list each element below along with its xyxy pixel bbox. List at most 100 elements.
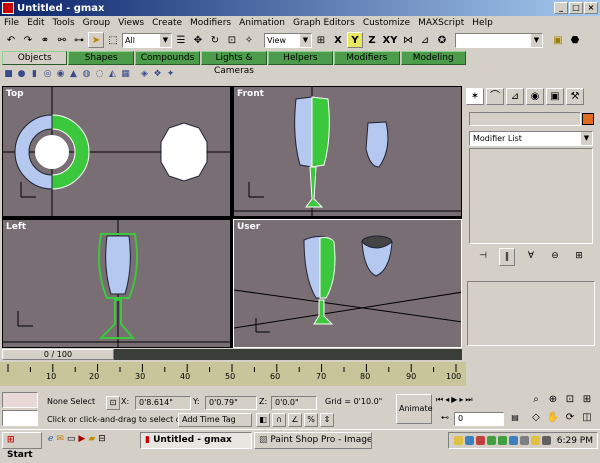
explorer-icon[interactable]: ⊟: [98, 432, 106, 449]
spinner-snap-icon[interactable]: ⇕: [320, 413, 334, 427]
folder-icon[interactable]: ▰: [88, 432, 95, 449]
geosphere-icon[interactable]: ◍: [81, 69, 92, 80]
zoom-extents-all-icon[interactable]: ⊞: [579, 392, 595, 408]
select-arrow-icon[interactable]: ➤: [88, 32, 104, 48]
lock-selection-icon[interactable]: ⊡: [106, 396, 120, 410]
tray-icon-3[interactable]: [475, 436, 485, 445]
tab-objects[interactable]: Objects: [2, 51, 68, 65]
menu-customize[interactable]: Customize: [359, 18, 414, 28]
menu-graph-editors[interactable]: Graph Editors: [289, 18, 359, 28]
x-coordinate-field[interactable]: 0'8.614": [135, 396, 191, 410]
remove-modifier-icon[interactable]: ⊖: [547, 248, 563, 266]
motion-panel-icon[interactable]: ◉: [526, 87, 544, 105]
tube-icon[interactable]: ◌: [94, 69, 105, 80]
move-icon[interactable]: ✥: [190, 32, 206, 48]
go-to-end-icon[interactable]: ⏭: [465, 394, 472, 408]
snap-icon[interactable]: ✧: [241, 32, 257, 48]
sphere-icon[interactable]: ●: [16, 69, 27, 80]
menu-edit[interactable]: Edit: [23, 18, 48, 28]
make-unique-icon[interactable]: ∀: [523, 248, 539, 266]
menu-create[interactable]: Create: [148, 18, 186, 28]
menu-help[interactable]: Help: [468, 18, 497, 28]
tab-modeling[interactable]: Modeling: [400, 51, 466, 65]
tray-icon-6[interactable]: [508, 436, 518, 445]
desktop-icon[interactable]: ▭: [67, 432, 76, 449]
torus-icon[interactable]: ◎: [42, 69, 53, 80]
scale-icon[interactable]: ⊡: [224, 32, 240, 48]
show-end-result-icon[interactable]: ‖: [499, 248, 515, 266]
utilities-panel-icon[interactable]: ⚒: [566, 87, 584, 105]
minimize-button[interactable]: _: [554, 2, 568, 14]
menu-animation[interactable]: Animation: [235, 18, 289, 28]
time-config-icon[interactable]: ▤: [508, 412, 522, 426]
cone-icon[interactable]: ▲: [68, 69, 79, 80]
tab-helpers[interactable]: Helpers: [267, 51, 334, 65]
magnet-snap-icon[interactable]: ∩: [272, 413, 286, 427]
mirror-icon[interactable]: ⋈: [400, 32, 416, 48]
menu-file[interactable]: File: [0, 18, 23, 28]
constrain-z-button[interactable]: Z: [364, 32, 380, 48]
pan-icon[interactable]: ✋: [545, 410, 561, 426]
task-gmax[interactable]: ▮ Untitled - gmax: [140, 431, 252, 449]
start-button[interactable]: ⊞ Start: [2, 431, 42, 460]
reference-coord-dropdown[interactable]: View ▼: [264, 32, 312, 48]
viewport-left[interactable]: Left: [2, 219, 231, 348]
cylinder-icon[interactable]: ▮: [29, 69, 40, 80]
tab-modifiers[interactable]: Modifiers: [334, 51, 400, 65]
z-coordinate-field[interactable]: 0'0.0": [271, 396, 317, 410]
link-icon[interactable]: ⚭: [37, 32, 53, 48]
pyramid-icon[interactable]: ◭: [107, 69, 118, 80]
modifier-stack[interactable]: [469, 148, 593, 244]
percent-snap-icon[interactable]: %: [304, 413, 318, 427]
material-icon[interactable]: ✪: [434, 32, 450, 48]
lock-selection-icon[interactable]: ▣: [550, 32, 566, 48]
animate-button[interactable]: Animate: [396, 394, 433, 424]
time-slider-thumb[interactable]: 0 / 100: [2, 349, 114, 360]
menu-modifiers[interactable]: Modifiers: [186, 18, 235, 28]
box-icon[interactable]: ■: [3, 69, 14, 80]
tray-icon-7[interactable]: [519, 436, 529, 445]
time-slider-track[interactable]: 0 / 100: [2, 349, 462, 360]
constrain-y-button[interactable]: Y: [347, 32, 363, 48]
teapot-icon[interactable]: ◉: [55, 69, 66, 80]
maxscript-listener-top[interactable]: [2, 392, 38, 408]
menu-group[interactable]: Group: [79, 18, 114, 28]
outlook-icon[interactable]: ✉: [56, 432, 64, 449]
viewport-label-top[interactable]: Top: [6, 89, 24, 99]
tab-compounds[interactable]: Compounds: [134, 51, 201, 65]
hierarchy-panel-icon[interactable]: ⊿: [506, 87, 524, 105]
menu-views[interactable]: Views: [114, 18, 148, 28]
maxscript-listener-bottom[interactable]: [2, 410, 38, 426]
menu-maxscript[interactable]: MAXScript: [414, 18, 468, 28]
zoom-icon[interactable]: ⌕: [528, 392, 544, 408]
maximize-button[interactable]: □: [569, 2, 583, 14]
modify-panel-icon[interactable]: ⌒: [486, 87, 504, 105]
viewport-label-front[interactable]: Front: [237, 89, 264, 99]
add-time-tag-button[interactable]: Add Time Tag: [178, 413, 252, 427]
render-icon[interactable]: ⬣: [567, 32, 583, 48]
viewport-top[interactable]: Top: [2, 86, 231, 217]
tab-lights-cameras[interactable]: Lights & Cameras: [201, 51, 267, 76]
modifier-list-dropdown[interactable]: Modifier List ▼: [469, 131, 593, 146]
previous-frame-icon[interactable]: ◂: [445, 394, 449, 408]
tray-icon-1[interactable]: [453, 436, 463, 445]
angle-snap-icon[interactable]: ∠: [288, 413, 302, 427]
track-bar[interactable]: 10 20 30 40 50 60 70 80 90 100: [0, 362, 466, 386]
loft-icon[interactable]: ❖: [152, 69, 163, 80]
maximize-viewport-icon[interactable]: ◫: [579, 410, 595, 426]
viewport-front[interactable]: Front: [233, 86, 462, 217]
boolean-icon[interactable]: ◈: [139, 69, 150, 80]
menu-tools[interactable]: Tools: [49, 18, 79, 28]
tray-icon-8[interactable]: [530, 436, 540, 445]
align-icon[interactable]: ⊿: [417, 32, 433, 48]
volume-icon[interactable]: [541, 436, 551, 445]
current-frame-field[interactable]: 0: [454, 412, 504, 426]
viewport-label-user[interactable]: User: [237, 222, 260, 232]
create-panel-icon[interactable]: ✶: [466, 87, 484, 105]
object-name-field[interactable]: [469, 112, 581, 126]
plane-icon[interactable]: ▦: [120, 69, 131, 80]
next-frame-icon[interactable]: ▸: [459, 394, 463, 408]
viewport-user[interactable]: User: [233, 219, 462, 348]
play-icon[interactable]: ▶: [451, 394, 457, 408]
pin-stack-icon[interactable]: ⊣: [475, 248, 491, 266]
